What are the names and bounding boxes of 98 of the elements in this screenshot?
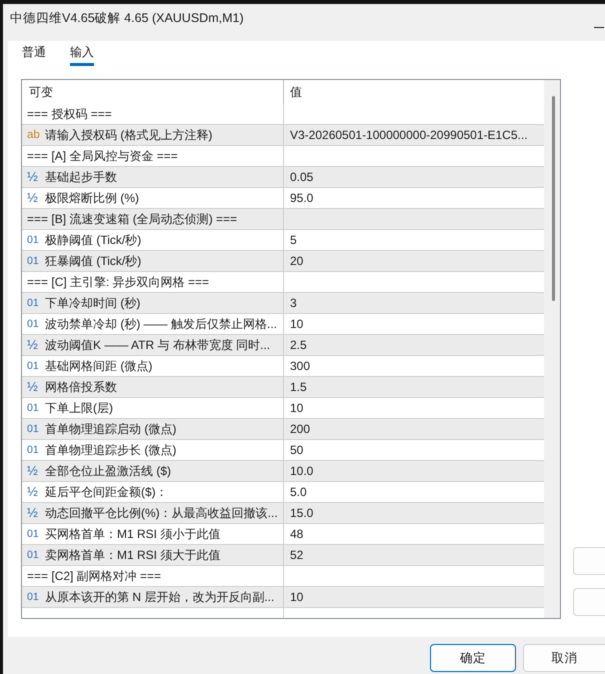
type-icon: ½: [27, 485, 40, 499]
table-row[interactable]: 01 从原本该开的第 N 层开始，改为开反向副... 10: [22, 587, 544, 608]
section-heading: === [B] 流速变速箱 (全局动态侦测) ===: [27, 210, 238, 228]
section-heading: === [C] 主引擎: 异步双向网格 ===: [27, 274, 210, 290]
parameter-name: 全部仓位止盈激活线 ($): [45, 462, 171, 480]
section-heading: === [A] 全局风控与资金 ===: [27, 148, 178, 164]
parameter-value[interactable]: V3-20260501-100000000-20990501-E1C5...: [284, 125, 544, 145]
table-row[interactable]: ½ 动态回撤平仓比例(%)：从最高收益回撤该... 15.0: [22, 503, 544, 524]
parameter-value[interactable]: 10: [284, 587, 544, 607]
parameter-name: 波动禁单冷却 (秒) —— 触发后仅禁止网格...: [45, 316, 277, 332]
type-icon: ½: [27, 170, 40, 184]
table-row[interactable]: 01 下单冷却时间 (秒) 3: [22, 293, 544, 314]
table-row[interactable]: 01 首单物理追踪启动 (微点) 200: [22, 419, 544, 440]
parameter-name: 狂暴阈值 (Tick/秒): [45, 252, 142, 270]
type-icon: 01: [27, 401, 40, 415]
tab[interactable]: 输入: [70, 43, 94, 66]
table-row[interactable]: ½ 极限熔断比例 (%) 95.0: [22, 188, 544, 209]
type-icon: ½: [27, 380, 40, 394]
minimize-icon[interactable]: [594, 27, 604, 28]
type-icon: ab: [27, 128, 40, 142]
parameter-name: 首单物理追踪启动 (微点): [45, 420, 176, 438]
table-row[interactable]: ½ 基础起步手数 0.05: [22, 167, 544, 188]
column-header[interactable]: 可变: [29, 84, 53, 100]
type-icon: 01: [27, 296, 40, 310]
parameter-name: 卖网格首单：M1 RSI 须大于此值: [45, 546, 220, 564]
window-title: 中德四维V4.65破解 4.65 (XAUUSDm,M1): [10, 10, 244, 26]
scrollbar[interactable]: [544, 80, 560, 618]
table-row[interactable]: ½ 延后平仓间距金额($)： 5.0: [22, 482, 544, 503]
parameter-name: 从原本该开的第 N 层开始，改为开反向副...: [45, 588, 274, 606]
parameter-value[interactable]: 10: [284, 314, 544, 334]
table-row[interactable]: === [C] 主引擎: 异步双向网格 ===: [22, 272, 544, 293]
parameter-value[interactable]: 10.0: [284, 461, 544, 481]
table-row[interactable]: 01 基础网格间距 (微点) 300: [22, 356, 544, 377]
parameter-value[interactable]: 200: [284, 419, 544, 439]
table-row[interactable]: === [B] 流速变速箱 (全局动态侦测) ===: [22, 209, 544, 230]
parameter-name: 请输入授权码 (格式见上方注释): [45, 126, 212, 144]
side-button[interactable]: [573, 588, 605, 616]
table-row[interactable]: 01 买网格首单：M1 RSI 须小于此值 48: [22, 524, 544, 545]
parameter-value[interactable]: 95.0: [284, 188, 544, 208]
parameter-name: 基础网格间距 (微点): [45, 358, 152, 374]
table-row[interactable]: 01 下单上限(层) 10: [22, 398, 544, 419]
table-row[interactable]: 01 首单物理追踪步长 (微点) 50: [22, 440, 544, 461]
parameter-value[interactable]: 5.0: [284, 482, 544, 502]
parameter-value[interactable]: 48: [284, 524, 544, 544]
table-row[interactable]: ab 请输入授权码 (格式见上方注释) V3-20260501-100000000-20990501-E1C5...: [22, 125, 544, 146]
parameter-value[interactable]: 0.05: [284, 167, 544, 187]
parameter-name: 极静阈值 (Tick/秒): [45, 232, 142, 248]
table-row[interactable]: === [A] 全局风控与资金 ===: [22, 146, 544, 167]
parameter-name: 延后平仓间距金额($)：: [45, 484, 168, 500]
tab[interactable]: 普通: [22, 43, 46, 66]
table-row[interactable]: ½ 网格倍投系数 1.5: [22, 377, 544, 398]
parameter-name: 网格倍投系数: [45, 378, 117, 396]
type-icon: 01: [27, 527, 40, 541]
type-icon: ½: [27, 191, 40, 205]
table-row[interactable]: ½ 全部仓位止盈激活线 ($) 10.0: [22, 461, 544, 482]
type-icon: 01: [27, 359, 40, 373]
type-icon: 01: [27, 317, 40, 331]
table-row[interactable]: ½ 波动阈值K —— ATR 与 布林带宽度 同时... 2.5: [22, 335, 544, 356]
parameter-name: 动态回撤平仓比例(%)：从最高收益回撤该...: [45, 504, 278, 522]
type-icon: 01: [27, 590, 40, 604]
section-heading: === [C2] 副网格对冲 ===: [27, 568, 162, 584]
type-icon: 01: [27, 443, 40, 457]
table-row[interactable]: 01 极静阈值 (Tick/秒) 5: [22, 230, 544, 251]
table-row[interactable]: 01 卖网格首单：M1 RSI 须大于此值 52: [22, 545, 544, 566]
parameter-name: 波动阈值K —— ATR 与 布林带宽度 同时...: [45, 336, 270, 354]
column-header[interactable]: 值: [290, 84, 302, 100]
scrollbar-thumb[interactable]: [552, 96, 555, 301]
table-row[interactable]: 01 狂暴阈值 (Tick/秒) 20: [22, 251, 544, 272]
type-icon: 01: [27, 422, 40, 436]
parameter-name: 下单上限(层): [45, 400, 113, 416]
parameter-name: 首单物理追踪步长 (微点): [45, 442, 176, 458]
type-icon: 01: [27, 548, 40, 562]
side-button[interactable]: [573, 547, 605, 575]
parameter-value[interactable]: 2.5: [284, 335, 544, 355]
table-row[interactable]: === [C2] 副网格对冲 ===: [22, 566, 544, 587]
table-row[interactable]: 01 波动禁单冷却 (秒) —— 触发后仅禁止网格... 10: [22, 314, 544, 335]
type-icon: ½: [27, 338, 40, 352]
parameter-name: 买网格首单：M1 RSI 须小于此值: [45, 526, 220, 542]
parameter-value[interactable]: 3: [284, 293, 544, 313]
cancel-button[interactable]: 取消: [523, 644, 605, 672]
parameter-value[interactable]: 1.5: [284, 377, 544, 397]
parameter-name: 基础起步手数: [45, 168, 117, 186]
type-icon: 01: [27, 233, 40, 247]
parameter-value[interactable]: 5: [284, 230, 544, 250]
parameter-value[interactable]: 50: [284, 440, 544, 460]
parameter-value[interactable]: 52: [284, 545, 544, 565]
parameter-name: 极限熔断比例 (%): [45, 190, 139, 206]
type-icon: ½: [27, 464, 40, 478]
parameter-name: 下单冷却时间 (秒): [45, 294, 140, 312]
ok-button[interactable]: 确定: [430, 644, 516, 672]
section-heading: === 授权码 ===: [27, 106, 112, 122]
type-icon: ½: [27, 506, 40, 520]
table-row[interactable]: === 授权码 ===: [22, 104, 544, 125]
parameter-value[interactable]: 10: [284, 398, 544, 418]
parameter-value[interactable]: 15.0: [284, 503, 544, 523]
parameter-value[interactable]: 300: [284, 356, 544, 376]
parameter-value[interactable]: 20: [284, 251, 544, 271]
type-icon: 01: [27, 254, 40, 268]
